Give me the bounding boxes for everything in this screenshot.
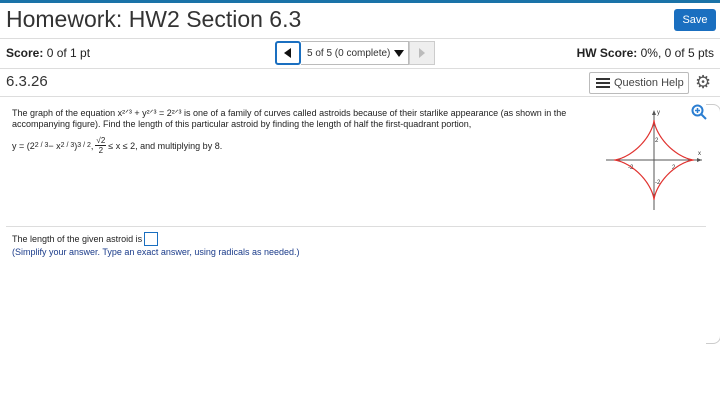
tick-label: 2: [655, 138, 659, 144]
fraction-numerator: √2: [95, 136, 107, 146]
formula-start: y = (2: [12, 140, 35, 151]
hw-score-label: HW Score:: [576, 46, 638, 60]
x-axis-label: x: [698, 151, 701, 157]
formula-exponent: 3 / 2: [77, 142, 91, 149]
answer-line: The length of the given astroid is: [12, 232, 159, 246]
question-number: 6.3.26: [6, 73, 48, 90]
next-question-button[interactable]: [409, 41, 436, 65]
score-value: 0 of 1 pt: [46, 46, 91, 60]
formula-fraction: √2 2: [95, 136, 107, 155]
answer-hint: (Simplify your answer. Type an exact ans…: [12, 247, 300, 257]
question-help-button[interactable]: Question Help: [589, 72, 689, 94]
chevron-down-icon: [394, 49, 405, 57]
panel-edge: [706, 104, 720, 344]
divider: [0, 38, 720, 39]
previous-question-button[interactable]: [275, 41, 301, 65]
astroid-figure: y x 2 -2 2 -2: [606, 110, 702, 210]
gear-icon[interactable]: ⚙: [695, 72, 711, 93]
question-help-label: Question Help: [614, 77, 684, 89]
page-title: Homework: HW2 Section 6.3: [6, 6, 302, 32]
hw-score-value: 0%, 0 of 5 pts: [640, 46, 714, 60]
question-formula: y = (2 2 / 3 − x2 / 3 ) 3 / 2 , √2 2 ≤ x ≤…: [12, 136, 222, 155]
formula-comma: ,: [90, 140, 94, 151]
x-axis-arrow-icon: [697, 158, 702, 162]
hw-score: HW Score: 0%, 0 of 5 pts: [577, 46, 714, 60]
score-label: Score:: [6, 46, 44, 60]
top-accent-bar: [0, 0, 720, 3]
triangle-left-icon: [284, 48, 291, 58]
triangle-right-icon: [419, 48, 426, 58]
y-axis-arrow-icon: [652, 110, 656, 115]
question-navigator: 5 of 5 (0 complete): [275, 41, 436, 65]
divider: [0, 96, 720, 97]
score: Score: 0 of 1 pt: [6, 46, 90, 60]
y-axis-label: y: [657, 110, 660, 116]
question-select-label: 5 of 5 (0 complete): [307, 47, 391, 59]
list-icon: [596, 78, 610, 88]
formula-middle: − x: [48, 140, 61, 151]
divider: [0, 68, 720, 69]
fraction-denominator: 2: [98, 146, 104, 155]
formula-end: ≤ x ≤ 2, and multiplying by 8.: [108, 140, 223, 151]
formula-exponent: 2 / 3: [34, 142, 49, 149]
question-select[interactable]: 5 of 5 (0 complete): [301, 41, 410, 65]
save-button[interactable]: Save: [674, 9, 716, 31]
answer-input[interactable]: [144, 232, 159, 246]
divider: [6, 226, 706, 227]
answer-prompt: The length of the given astroid is: [12, 234, 143, 244]
formula-exponent: 2 / 3: [60, 142, 75, 149]
question-text: The graph of the equation x²ᐟ³ + y²ᐟ³ = …: [12, 108, 567, 129]
